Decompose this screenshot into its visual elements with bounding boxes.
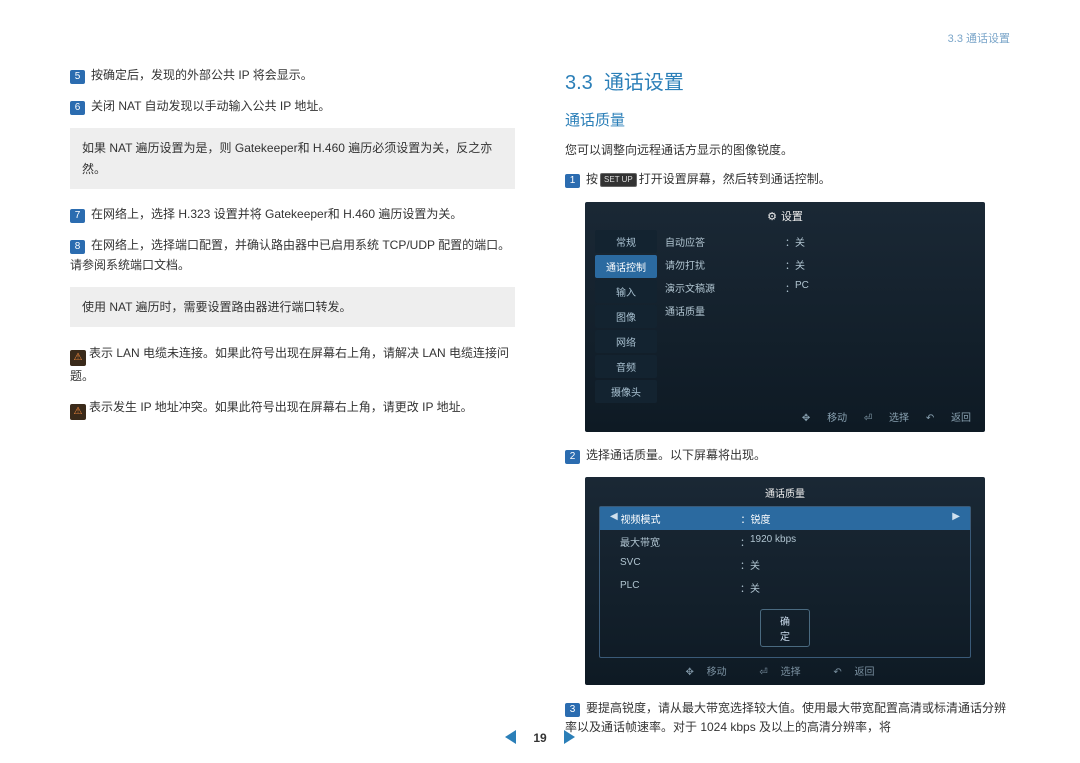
breadcrumb: 3.3 通话设置 (70, 30, 1010, 46)
ss2-row: SVC：关 (600, 553, 970, 576)
step-text: 在网络上，选择端口配置，并确认路由器中已启用系统 TCP/UDP 配置的端口。请… (70, 238, 510, 271)
step-badge: 1 (565, 174, 580, 188)
step-badge: 5 (70, 70, 85, 84)
step-text: 关闭 NAT 自动发现以手动输入公共 IP 地址。 (91, 99, 330, 113)
footer-select: ⏎ 选择 (759, 667, 810, 678)
step-badge: 3 (565, 703, 580, 717)
step-text: 选择通话质量。以下屏幕将出现。 (586, 448, 766, 462)
row-val: 锐度 (750, 511, 952, 526)
ss2-title: 通话质量 (585, 481, 985, 504)
tab-audio: 音频 (595, 355, 657, 378)
tab-call-control: 通话控制 (595, 255, 657, 278)
ss1-row: 通话质量 (665, 299, 975, 322)
step-text: 按确定后，发现的外部公共 IP 将会显示。 (91, 68, 313, 82)
note-box-2: 使用 NAT 遍历时，需要设置路由器进行端口转发。 (70, 287, 515, 327)
row-val: 关 (750, 557, 960, 572)
step-badge: 7 (70, 209, 85, 223)
step-6: 6 关闭 NAT 自动发现以手动输入公共 IP 地址。 (70, 97, 515, 116)
row-val: 关 (795, 257, 975, 272)
step-5: 5 按确定后，发现的外部公共 IP 将会显示。 (70, 66, 515, 85)
row-key: 请勿打扰 (665, 257, 785, 272)
ss2-row: 最大带宽：1920 kbps (600, 530, 970, 553)
step-7: 7 在网络上，选择 H.323 设置并将 Gatekeeper和 H.460 遍历… (70, 205, 515, 224)
setup-key-icon: SET UP (600, 173, 637, 187)
settings-screenshot: ⚙ 设置 常规 通话控制 输入 图像 网络 音频 摄像头 自动应答：关 请勿打扰：… (585, 202, 985, 432)
row-key: 通话质量 (665, 303, 785, 318)
page-number: 19 (533, 731, 546, 745)
ip-warn-icon: ⚠ (70, 404, 86, 420)
lan-warning-text: 表示 LAN 电缆未连接。如果此符号出现在屏幕右上角，请解决 LAN 电缆连接问… (70, 346, 509, 383)
ss1-sidebar: 常规 通话控制 输入 图像 网络 音频 摄像头 (595, 230, 665, 405)
note-box-1: 如果 NAT 遍历设置为是，则 Gatekeeper和 H.460 遍历必须设置… (70, 128, 515, 189)
step-text-b: 打开设置屏幕，然后转到通话控制。 (639, 172, 831, 186)
footer-move: ✥ 移动 (802, 413, 847, 424)
section-number: 3.3 (565, 72, 593, 94)
ss1-row: 请勿打扰：关 (665, 253, 975, 276)
subtitle: 通话质量 (565, 109, 1010, 130)
step-text: 在网络上，选择 H.323 设置并将 Gatekeeper和 H.460 遍历设… (91, 207, 462, 221)
left-column: 5 按确定后，发现的外部公共 IP 将会显示。 6 关闭 NAT 自动发现以手动输入… (70, 66, 515, 749)
ss2-row-videomode: ◀ 视频模式：锐度▶ (600, 507, 970, 530)
row-key: 最大带宽 (620, 534, 740, 549)
ss1-row: 自动应答：关 (665, 230, 975, 253)
row-val (795, 303, 975, 318)
tab-camera: 摄像头 (595, 380, 657, 403)
right-column: 3.3 通话设置 通话质量 您可以调整向远程通话方显示的图像锐度。 1按SET … (565, 66, 1010, 749)
step-r2: 2 选择通话质量。以下屏幕将出现。 (565, 446, 1010, 465)
ss1-rows: 自动应答：关 请勿打扰：关 演示文稿源：PC 通话质量 (665, 230, 975, 405)
step-badge: 8 (70, 240, 85, 254)
row-key: 视频模式 (620, 511, 740, 526)
tab-image: 图像 (595, 305, 657, 328)
ss1-title: ⚙ 设置 (585, 202, 985, 230)
lan-warning: ⚠表示 LAN 电缆未连接。如果此符号出现在屏幕右上角，请解决 LAN 电缆连接… (70, 343, 515, 386)
lan-warn-icon: ⚠ (70, 350, 86, 366)
footer-select: ⏎ 选择 (864, 413, 909, 424)
step-badge: 2 (565, 450, 580, 464)
confirm-button: 确定 (760, 609, 810, 647)
tab-network: 网络 (595, 330, 657, 353)
ss1-footer: ✥ 移动 ⏎ 选择 ↶ 返回 (585, 405, 985, 428)
ss1-row: 演示文稿源：PC (665, 276, 975, 299)
step-text-a: 按 (586, 172, 598, 186)
footer-back: ↶ 返回 (926, 413, 971, 424)
tab-general: 常规 (595, 230, 657, 253)
row-val: 关 (795, 234, 975, 249)
row-val: 关 (750, 580, 960, 595)
ss2-row: PLC：关 (600, 576, 970, 599)
gear-icon: ⚙ (767, 210, 777, 223)
section-title: 3.3 通话设置 (565, 66, 1010, 95)
ss1-title-text: 设置 (781, 211, 803, 223)
row-key: 演示文稿源 (665, 280, 785, 295)
row-key: 自动应答 (665, 234, 785, 249)
step-badge: 6 (70, 101, 85, 115)
row-val: 1920 kbps (750, 534, 960, 549)
call-quality-screenshot: 通话质量 ◀ 视频模式：锐度▶ 最大带宽：1920 kbps SVC：关 PLC… (585, 477, 985, 685)
tab-input: 输入 (595, 280, 657, 303)
row-key: SVC (620, 557, 740, 572)
row-val: PC (795, 280, 975, 295)
footer-move: ✥ 移动 (685, 667, 736, 678)
row-key: PLC (620, 580, 740, 595)
ip-warning-text: 表示发生 IP 地址冲突。如果此符号出现在屏幕右上角，请更改 IP 地址。 (89, 400, 473, 414)
footer-back: ↶ 返回 (833, 667, 884, 678)
section-name: 通话设置 (604, 72, 684, 94)
ss2-frame: ◀ 视频模式：锐度▶ 最大带宽：1920 kbps SVC：关 PLC：关 确定 (599, 506, 971, 658)
next-page-icon[interactable] (564, 730, 575, 744)
intro-text: 您可以调整向远程通话方显示的图像锐度。 (565, 140, 1010, 160)
step-8: 8在网络上，选择端口配置，并确认路由器中已启用系统 TCP/UDP 配置的端口。… (70, 236, 515, 274)
ss2-footer: ✥ 移动 ⏎ 选择 ↶ 返回 (585, 660, 985, 681)
ip-warning: ⚠表示发生 IP 地址冲突。如果此符号出现在屏幕右上角，请更改 IP 地址。 (70, 397, 515, 420)
prev-page-icon[interactable] (505, 730, 516, 744)
step-r1: 1按SET UP打开设置屏幕，然后转到通话控制。 (565, 170, 1010, 189)
step-text: 要提高锐度，请从最大带宽选择较大值。使用最大带宽配置高清或标清通话分辨率以及通话… (565, 701, 1006, 734)
page-nav: 19 (0, 730, 1080, 745)
